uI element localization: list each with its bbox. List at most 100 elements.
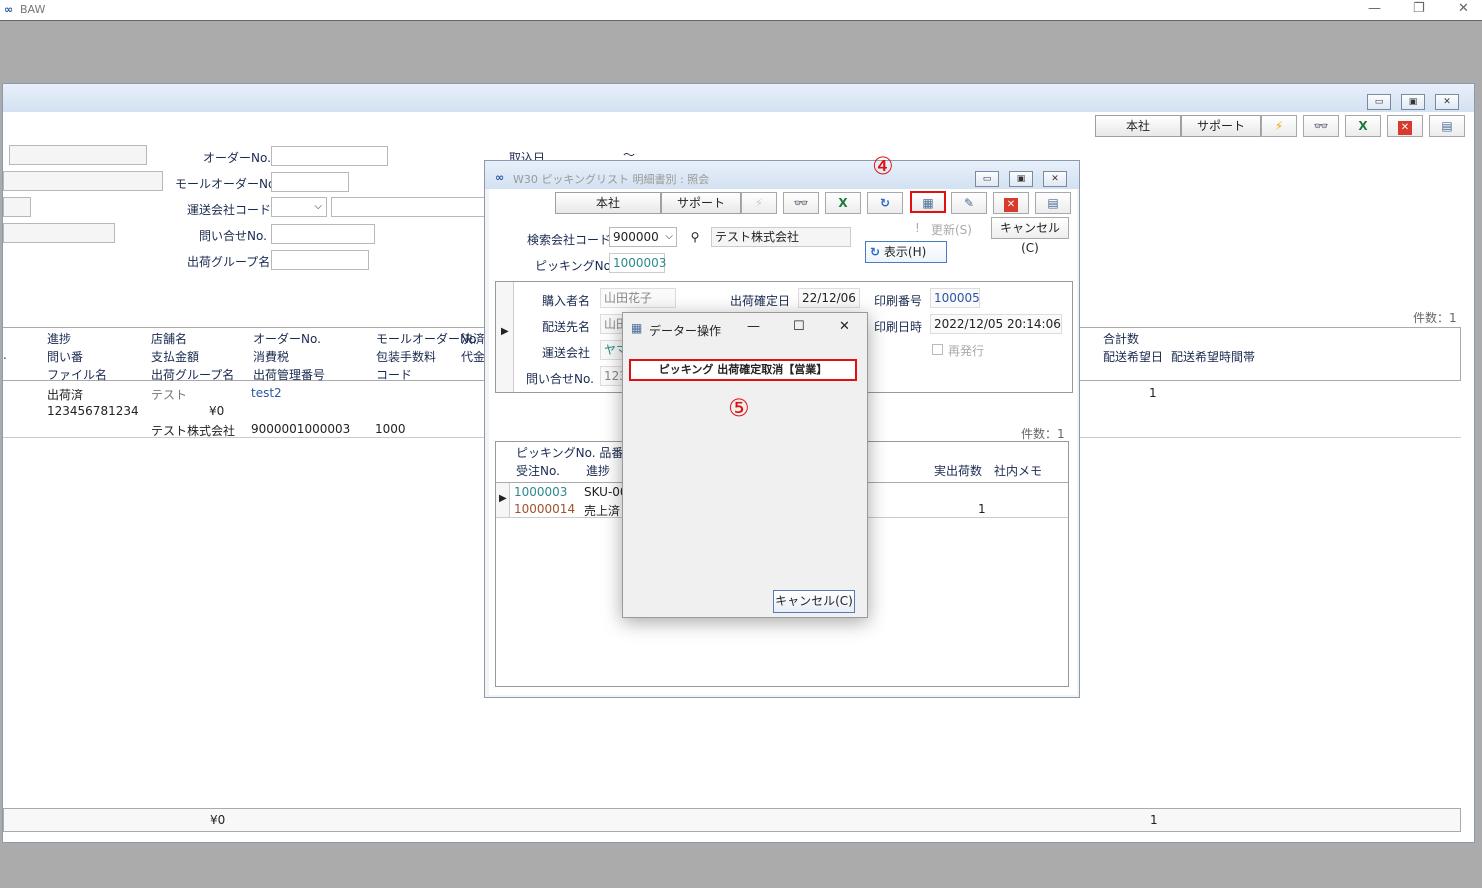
w30-update-icon: ! <box>915 221 920 235</box>
grid-header-shop: 店舗名 <box>151 332 188 346</box>
maximize-button[interactable]: ❐ <box>1413 1 1425 16</box>
main-count-label: 件数：1 <box>1413 311 1457 325</box>
dialog-close-button[interactable]: ✕ <box>839 319 850 334</box>
w30-display-button[interactable]: ↻ 表示(H) <box>865 241 947 263</box>
app-titlebar: ∞ BAW — ❐ ✕ <box>0 0 1482 20</box>
grid-header-code: コード <box>376 368 413 382</box>
inquiry-label: 問い合せNo. <box>526 372 594 386</box>
w30-row-picking-no: 1000003 <box>514 485 568 499</box>
w30-row-selector[interactable]: ▶ <box>496 282 514 392</box>
ship-confirm-label: 出荷確定日 <box>730 294 791 308</box>
row-ship-mgmt-no: 9000001000003 <box>251 422 351 436</box>
w30-excel-icon[interactable]: X <box>825 192 861 214</box>
buyer-label: 購入者名 <box>542 294 591 308</box>
row-order-no: test2 <box>251 386 282 400</box>
w30-flash-icon[interactable]: ⚡ <box>741 192 777 214</box>
footer-total: 1 <box>1150 813 1158 827</box>
dialog-minimize-button[interactable]: — <box>747 319 760 334</box>
order-no-input[interactable] <box>271 146 388 166</box>
inquiry-no-label: 問い合せNo. <box>199 229 267 243</box>
w30-row-actual: 1 <box>978 502 986 516</box>
main-restore-button[interactable]: ▣ <box>1401 94 1425 110</box>
print-no-label: 印刷番号 <box>874 294 923 308</box>
w30-restore-button[interactable]: ▣ <box>1009 171 1033 187</box>
grid-header-ship-mgmt: 出荷管理番号 <box>253 368 326 382</box>
print-dt-value: 2022/12/05 20:14:06 <box>930 314 1062 334</box>
grid-header-settlement: 決済 <box>461 332 486 346</box>
w30-grid-row-selector[interactable]: ▶ <box>496 483 510 517</box>
search-field-3[interactable] <box>3 197 31 217</box>
search-field-1[interactable] <box>9 145 147 165</box>
cancel-shipment-confirm-button[interactable]: ピッキング 出荷確定取消【営業】 <box>629 359 857 381</box>
w30-refresh-icon[interactable]: ↻ <box>867 192 903 214</box>
mall-order-no-label: モールオーダーNo. <box>175 177 279 191</box>
app-logo-icon: ∞ <box>4 3 14 16</box>
carrier-name-input[interactable] <box>331 197 487 217</box>
w30-minimize-button[interactable]: ▭ <box>975 171 999 187</box>
search-field-4[interactable] <box>3 223 115 243</box>
step-4-marker: ④ <box>872 152 894 180</box>
mall-order-no-input[interactable] <box>271 172 349 192</box>
reissue-checkbox[interactable] <box>932 344 943 355</box>
flash-icon[interactable]: ⚡ <box>1261 115 1297 137</box>
w30-grid-pointer-icon: ▶ <box>499 493 507 504</box>
buyer-value: 山田花子 <box>600 288 676 308</box>
w30-search-company-label: 検索会社コード <box>527 233 612 247</box>
w30-caption: ∞ W30 ピッキングリスト 明細書別 : 照会 ▭ ▣ ✕ <box>485 161 1079 189</box>
w30-data-operation-button[interactable]: ▦ <box>910 191 946 213</box>
w30-row-order-no: 10000014 <box>514 502 576 516</box>
display-refresh-icon: ↻ <box>870 245 881 259</box>
main-window-caption: ▭ ▣ ✕ <box>3 84 1474 112</box>
inquiry-no-input[interactable] <box>271 224 375 244</box>
w30-delete-button[interactable]: ✕ <box>993 192 1029 214</box>
dialog-cancel-button[interactable]: キャンセル(C) <box>773 590 855 613</box>
binoculars-icon[interactable]: ⚲ <box>685 227 705 247</box>
w30-grid-header-picking: ピッキングNo. 品番 <box>516 446 624 460</box>
chevron-down-icon: ⌵ <box>314 201 322 212</box>
main-minimize-button[interactable]: ▭ <box>1367 94 1391 110</box>
delete-button[interactable]: ✕ <box>1387 115 1423 137</box>
w30-picking-no-value[interactable]: 1000003 <box>609 253 666 273</box>
search-field-2[interactable] <box>3 171 163 191</box>
grid-header-status: 進捗 <box>47 332 72 346</box>
dialog-maximize-button[interactable]: ☐ <box>793 319 805 334</box>
dialog-title: データー操作 <box>649 324 722 338</box>
grid-header-total: 合計数 <box>1103 332 1140 346</box>
w30-search-company-select[interactable]: 900000 ⌵ <box>609 227 677 247</box>
ship-to-label: 配送先名 <box>542 320 591 334</box>
w30-edit-icon[interactable]: ✎ <box>951 192 987 214</box>
tab-support[interactable]: サポート <box>1181 115 1261 137</box>
w30-close-button[interactable]: ✕ <box>1043 171 1067 187</box>
w30-window-icon[interactable]: ▤ <box>1035 192 1071 214</box>
w30-update-button[interactable]: 更新(S) <box>931 221 972 238</box>
minimize-button[interactable]: — <box>1368 1 1381 16</box>
w30-tab-honsha[interactable]: 本社 <box>555 192 661 214</box>
w30-tab-support[interactable]: サポート <box>661 192 741 214</box>
glasses-icon[interactable]: 👓 <box>1303 115 1339 137</box>
row-status: 出荷済 <box>47 388 84 402</box>
main-close-button[interactable]: ✕ <box>1435 94 1459 110</box>
close-button[interactable]: ✕ <box>1458 1 1469 16</box>
dialog-app-icon: ▦ <box>631 321 643 335</box>
w30-picking-no-label: ピッキングNo. <box>535 259 615 273</box>
grid-header-inquiry: 問い番 <box>47 350 84 364</box>
reissue-label: 再発行 <box>948 344 985 358</box>
ship-group-input[interactable] <box>271 250 369 270</box>
step-5-marker: ⑤ <box>728 394 750 422</box>
footer-payment: ¥0 <box>210 813 226 827</box>
w30-glasses-icon[interactable]: 👓 <box>783 192 819 214</box>
w30-display-label: 表示(H) <box>883 245 927 259</box>
window-icon[interactable]: ▤ <box>1429 115 1465 137</box>
row-code: 1000 <box>375 422 406 436</box>
w30-count-label: 件数：1 <box>1021 427 1065 441</box>
tab-honsha[interactable]: 本社 <box>1095 115 1181 137</box>
row-pointer-icon: ▶ <box>501 326 509 337</box>
carrier-code-select[interactable]: ⌵ <box>271 197 327 217</box>
titlebar-divider <box>0 20 1482 21</box>
w30-grid-header-status: 進捗 <box>586 464 611 478</box>
grid-header-order-no: オーダーNo. <box>253 332 321 346</box>
excel-icon[interactable]: X <box>1345 115 1381 137</box>
w30-cancel-button[interactable]: キャンセル(C) <box>991 217 1069 255</box>
w30-company-name: テスト株式会社 <box>711 227 851 247</box>
grid-header-cod: 代金 <box>461 350 486 364</box>
